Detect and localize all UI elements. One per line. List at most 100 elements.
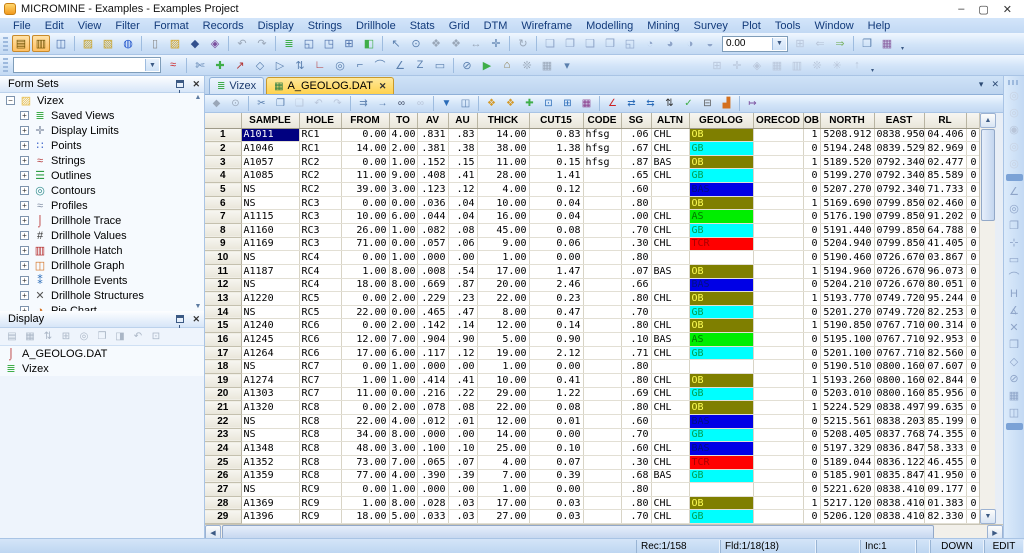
- redo-icon[interactable]: ↷: [329, 96, 346, 112]
- grid-cell[interactable]: A1303: [241, 387, 299, 401]
- grid-cell[interactable]: 18.00: [341, 510, 389, 524]
- grid-cell[interactable]: 71.00: [341, 237, 389, 251]
- grid-cell[interactable]: .41: [448, 374, 477, 388]
- close-icon[interactable]: ✕: [192, 79, 200, 90]
- assign-values-icon[interactable]: ∠: [604, 96, 621, 112]
- grid-cell[interactable]: 5201.100: [820, 346, 874, 360]
- grid-cell[interactable]: .66: [621, 278, 651, 292]
- grid-cell[interactable]: 0.08: [529, 401, 583, 415]
- grid-cell[interactable]: .06: [621, 128, 651, 142]
- rotate-view-icon[interactable]: ↻: [514, 35, 532, 52]
- grid-cell[interactable]: .47: [448, 305, 477, 319]
- grid-cell[interactable]: 00.314: [924, 319, 966, 333]
- corner-select-icon[interactable]: ⌐: [351, 57, 369, 74]
- grid-cell[interactable]: 80.051: [924, 278, 966, 292]
- grid-cell[interactable]: .057: [417, 237, 448, 251]
- grid-cell[interactable]: .15: [448, 155, 477, 169]
- grid-cell[interactable]: 0: [966, 223, 979, 237]
- grid-cell[interactable]: 77.00: [341, 469, 389, 483]
- sphere-view-3-icon[interactable]: ◑: [681, 35, 699, 52]
- grid-cell[interactable]: RC2: [299, 169, 341, 183]
- grid-cell[interactable]: .831: [417, 128, 448, 142]
- grid-cell[interactable]: .028: [417, 496, 448, 510]
- grid-cell[interactable]: [583, 210, 621, 224]
- toolbar-overflow-icon[interactable]: ▾: [868, 57, 877, 74]
- column-header-east[interactable]: EAST: [874, 113, 924, 128]
- column-header-code[interactable]: CODE: [583, 113, 621, 128]
- validate-icon[interactable]: ✓: [680, 96, 697, 112]
- bulb-1-icon[interactable]: ◎: [1006, 87, 1023, 104]
- grid-cell[interactable]: 0: [966, 292, 979, 306]
- grid-cell[interactable]: RC7: [299, 387, 341, 401]
- grid-cell[interactable]: .044: [417, 210, 448, 224]
- grid-cell[interactable]: 0.00: [341, 128, 389, 142]
- grid-cell[interactable]: 5197.329: [820, 442, 874, 456]
- cube-view-3-icon[interactable]: ❑: [581, 35, 599, 52]
- grid-cell[interactable]: 82.969: [924, 142, 966, 156]
- add-point-icon[interactable]: ✚: [211, 57, 229, 74]
- grid-cell[interactable]: .90: [448, 333, 477, 347]
- grid-cell[interactable]: [753, 483, 803, 497]
- grid-cell[interactable]: GB: [689, 469, 753, 483]
- grid-cell[interactable]: CHL: [651, 128, 689, 142]
- grid-cell[interactable]: 0.00: [529, 483, 583, 497]
- collapse-icon[interactable]: −: [6, 96, 15, 105]
- refresh-layer-icon[interactable]: ⊡: [148, 329, 164, 344]
- close-document-icon[interactable]: ✕: [991, 79, 999, 90]
- grid-cell[interactable]: .71: [621, 346, 651, 360]
- sidebar-item-drillhole-trace[interactable]: +⌡Drillhole Trace: [0, 213, 204, 228]
- grid-cell[interactable]: 22.00: [477, 292, 529, 306]
- grid-cell[interactable]: 74.355: [924, 428, 966, 442]
- calculator-icon[interactable]: ⊟: [699, 96, 716, 112]
- grid-cell[interactable]: 0.00: [389, 237, 417, 251]
- row-number-cell[interactable]: 5: [205, 183, 241, 197]
- grid-cell[interactable]: A1085: [241, 169, 299, 183]
- find-icon[interactable]: ∞: [393, 96, 410, 112]
- grid-cell[interactable]: 0: [803, 510, 820, 524]
- grid-cell[interactable]: A1264: [241, 346, 299, 360]
- offset-tool-icon[interactable]: ⊹: [1006, 234, 1023, 251]
- load-project-icon[interactable]: ▨: [79, 35, 97, 52]
- row-number-cell[interactable]: 19: [205, 374, 241, 388]
- grid-cell[interactable]: 0767.710: [874, 333, 924, 347]
- measure-angle-icon[interactable]: ∡: [1006, 302, 1023, 319]
- rect-tool-icon[interactable]: ▭: [1006, 251, 1023, 268]
- grid-cell[interactable]: 0836.847: [874, 442, 924, 456]
- grid-cell[interactable]: RC7: [299, 360, 341, 374]
- grid-cell[interactable]: RC8: [299, 442, 341, 456]
- grid-cell[interactable]: 85.589: [924, 169, 966, 183]
- grid-cell[interactable]: .60: [621, 414, 651, 428]
- grid-cell[interactable]: RC8: [299, 455, 341, 469]
- grid-cell[interactable]: TCR: [689, 237, 753, 251]
- field-visibility-icon[interactable]: ◫: [457, 96, 474, 112]
- grid-cell[interactable]: 5208.405: [820, 428, 874, 442]
- grid-cell[interactable]: BAS: [689, 183, 753, 197]
- grid-cell[interactable]: 1.00: [389, 251, 417, 265]
- grid-cell[interactable]: 0.41: [529, 374, 583, 388]
- print-preview-icon[interactable]: ⊙: [227, 96, 244, 112]
- grid-cell[interactable]: 0767.710: [874, 319, 924, 333]
- circle-tool-icon[interactable]: ◎: [1006, 200, 1023, 217]
- display-layer-vizex[interactable]: ≣Vizex: [0, 361, 204, 376]
- grid-cell[interactable]: CHL: [651, 455, 689, 469]
- layers-tool-icon[interactable]: ❒: [1006, 336, 1023, 353]
- grid-cell[interactable]: BAS: [689, 278, 753, 292]
- grid-cell[interactable]: 0726.670: [874, 278, 924, 292]
- row-number-cell[interactable]: 28: [205, 496, 241, 510]
- grid-cell[interactable]: 38.00: [477, 142, 529, 156]
- grid-cell[interactable]: 02.477: [924, 155, 966, 169]
- grid-cell[interactable]: BAS: [651, 155, 689, 169]
- grid-cell[interactable]: RC8: [299, 401, 341, 415]
- grid-tool-8-icon[interactable]: ↑: [848, 57, 866, 74]
- grid-cell[interactable]: 7.00: [389, 333, 417, 347]
- pan-drag-icon[interactable]: ❖: [447, 35, 465, 52]
- grid-cell[interactable]: BAS: [651, 264, 689, 278]
- grid-cell[interactable]: 0749.720: [874, 305, 924, 319]
- grid-tool-1-icon[interactable]: ⊞: [708, 57, 726, 74]
- grid-cell[interactable]: .14: [448, 319, 477, 333]
- menu-strings[interactable]: Strings: [301, 20, 349, 32]
- grid-cell[interactable]: [753, 251, 803, 265]
- grid-cell[interactable]: 12.00: [477, 319, 529, 333]
- grid-cell[interactable]: NS: [241, 483, 299, 497]
- grid-cell[interactable]: 07.607: [924, 360, 966, 374]
